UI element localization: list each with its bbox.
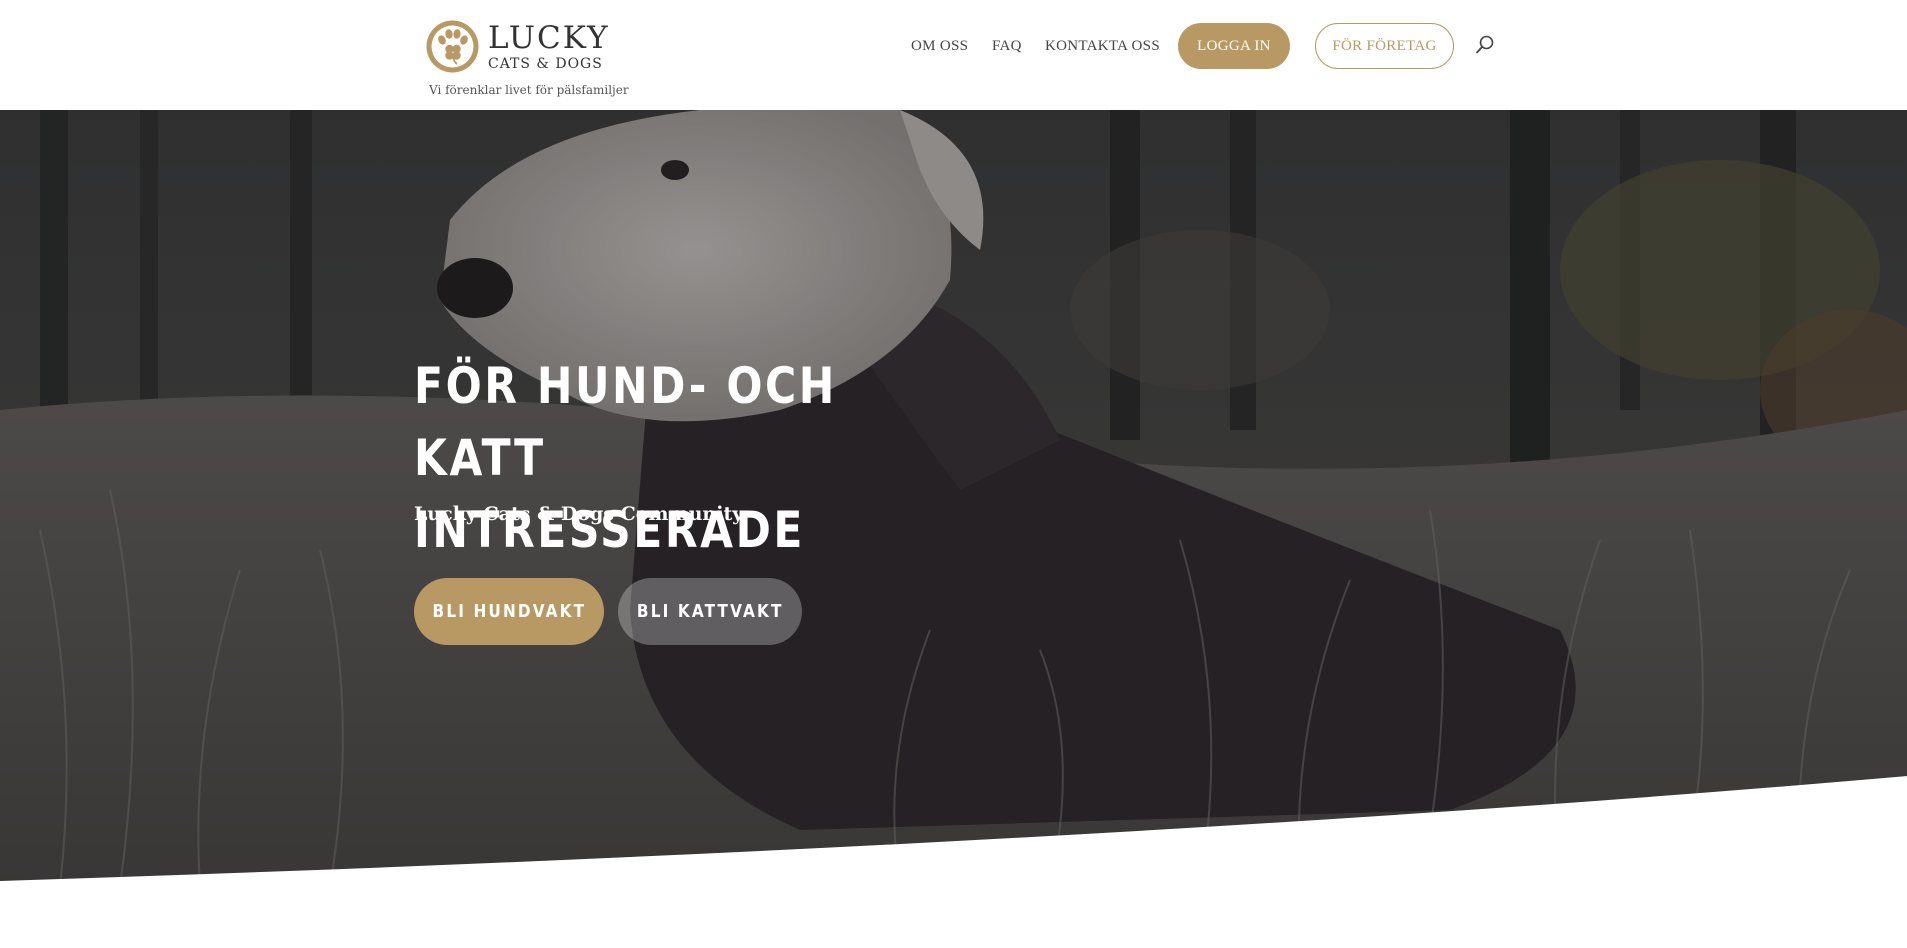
search-icon[interactable] bbox=[1474, 34, 1496, 56]
become-catsitter-button[interactable]: BLI KATTVAKT bbox=[618, 578, 802, 645]
hero-title: FÖR HUND- OCH KATT INTRESSERADE bbox=[414, 357, 837, 559]
nav-item-om-oss[interactable]: OM OSS bbox=[911, 38, 968, 55]
become-dogsitter-label: BLI HUNDVAKT bbox=[432, 601, 586, 622]
become-catsitter-label: BLI KATTVAKT bbox=[636, 601, 784, 622]
site-tagline: Vi förenklar livet för pälsfamiljer bbox=[429, 83, 629, 97]
logo-text: LUCKY CATS & DOGS bbox=[488, 19, 610, 72]
logo-name: LUCKY bbox=[488, 19, 610, 56]
paw-clover-icon bbox=[426, 20, 479, 73]
content-area bbox=[0, 886, 1907, 948]
site-header: LUCKY CATS & DOGS Vi förenklar livet för… bbox=[0, 0, 1907, 110]
logo-sub: CATS & DOGS bbox=[488, 55, 603, 72]
hero-bottom-curve bbox=[0, 776, 1907, 886]
business-button[interactable]: FÖR FÖRETAG bbox=[1315, 23, 1454, 69]
logo-link[interactable]: LUCKY CATS & DOGS bbox=[426, 20, 610, 73]
nav-item-kontakta-oss[interactable]: KONTAKTA OSS bbox=[1045, 38, 1160, 55]
hero-section: FÖR HUND- OCH KATT INTRESSERADE Lucky Ca… bbox=[0, 110, 1907, 886]
become-dogsitter-button[interactable]: BLI HUNDVAKT bbox=[414, 578, 604, 645]
hero-overlay bbox=[0, 110, 1907, 886]
hero-subtitle: Lucky Cats & Dogs Community bbox=[414, 503, 744, 525]
nav-item-faq[interactable]: FAQ bbox=[992, 38, 1022, 55]
login-button[interactable]: LOGGA IN bbox=[1178, 23, 1290, 69]
